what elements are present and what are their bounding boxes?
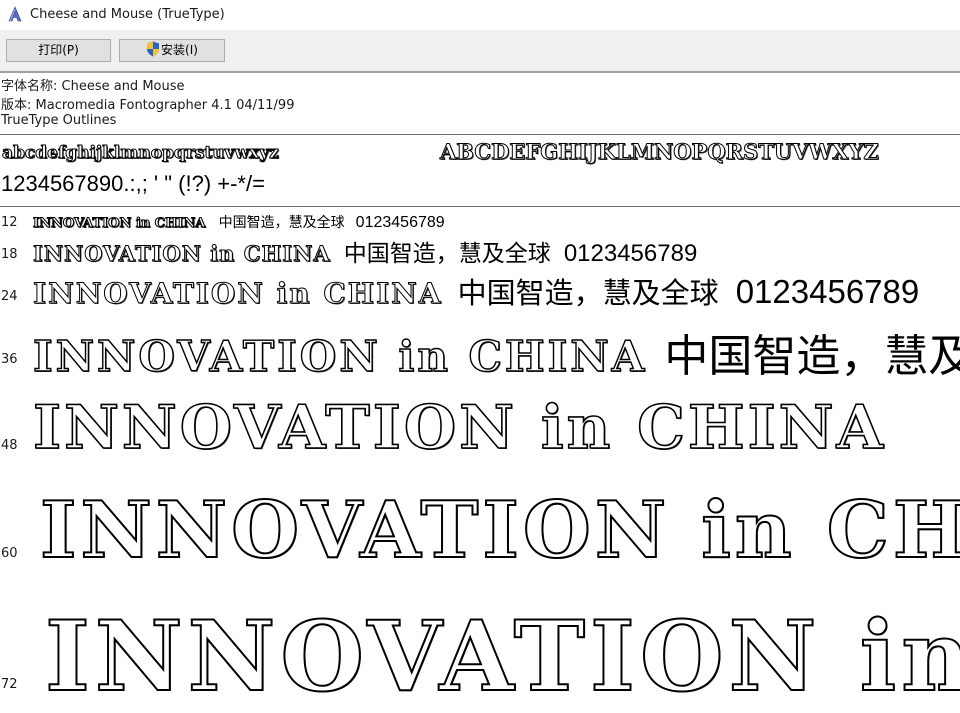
install-button[interactable]: 安装(I) bbox=[119, 39, 225, 62]
charset-digits-symbols: 1234567890.:,; ' " (!?) +-*/= bbox=[1, 171, 265, 196]
sample-latin: INNOVATION in CHINA bbox=[33, 393, 887, 463]
size-label: 12 bbox=[1, 215, 18, 230]
size-label: 72 bbox=[1, 677, 18, 692]
sample-latin: INNOVATION in CHINA bbox=[33, 216, 206, 232]
sample-cjk: 中国智造，慧及全球 bbox=[218, 215, 345, 231]
sample-cjk: 中国智造，慧及全球 bbox=[343, 241, 551, 267]
size-label: 36 bbox=[1, 352, 18, 367]
sample-latin: INNOVATION in CHINA bbox=[40, 485, 960, 576]
sample-cjk: 中国智造，慧及全球 bbox=[457, 276, 719, 310]
window-title: Cheese and Mouse (TrueType) bbox=[30, 7, 225, 22]
font-version-line: 版本: Macromedia Fontographer 4.1 04/11/99 bbox=[1, 98, 295, 113]
font-name-line: 字体名称: Cheese and Mouse bbox=[1, 79, 185, 94]
title-bar: Cheese and Mouse (TrueType) bbox=[0, 0, 960, 30]
sample-latin: INNOVATION in CHINA bbox=[33, 277, 443, 311]
sample-numbers: 0123456789 bbox=[735, 273, 920, 310]
sample-row-24: INNOVATION in CHINA 中国智造，慧及全球 0123456789 bbox=[33, 270, 960, 312]
sample-row-12: INNOVATION in CHINA 中国智造，慧及全球 0123456789 bbox=[33, 212, 960, 232]
print-button-label: 打印(P) bbox=[38, 43, 79, 57]
font-outline-line: TrueType Outlines bbox=[1, 113, 117, 128]
sample-row-60: INNOVATION in CHINA bbox=[40, 485, 960, 576]
sample-cjk: 中国智造，慧及全球 bbox=[664, 331, 960, 382]
install-button-label: 安装(I) bbox=[161, 43, 198, 57]
sample-row-48: INNOVATION in CHINA bbox=[33, 393, 960, 463]
sample-latin: INNOVATION in CHINA bbox=[45, 600, 960, 713]
sample-row-36: INNOVATION in CHINA 中国智造，慧及全球 bbox=[33, 320, 960, 384]
sample-numbers: 0123456789 bbox=[355, 214, 445, 231]
charset-lowercase: abcdefghijklmnopqrstuvwxyz bbox=[2, 143, 280, 164]
divider bbox=[0, 134, 960, 135]
sample-numbers: 0123456789 bbox=[563, 240, 698, 267]
divider bbox=[0, 206, 960, 207]
charset-uppercase: ABCDEFGHIJKLMNOPQRSTUVWXYZ bbox=[440, 139, 880, 165]
size-label: 60 bbox=[1, 546, 18, 561]
sample-row-18: INNOVATION in CHINA 中国智造，慧及全球 0123456789 bbox=[33, 234, 960, 268]
sample-latin: INNOVATION in CHINA bbox=[33, 241, 331, 267]
size-label: 18 bbox=[1, 247, 18, 262]
sample-row-72: INNOVATION in CHINA bbox=[45, 600, 960, 713]
uac-shield-icon bbox=[147, 41, 160, 57]
size-label: 48 bbox=[1, 438, 18, 453]
toolbar: 打印(P) 安装(I) bbox=[0, 30, 960, 73]
print-button[interactable]: 打印(P) bbox=[6, 39, 111, 62]
font-viewer-icon bbox=[8, 6, 22, 22]
sample-latin: INNOVATION in CHINA bbox=[33, 331, 648, 381]
size-label: 24 bbox=[1, 289, 18, 304]
